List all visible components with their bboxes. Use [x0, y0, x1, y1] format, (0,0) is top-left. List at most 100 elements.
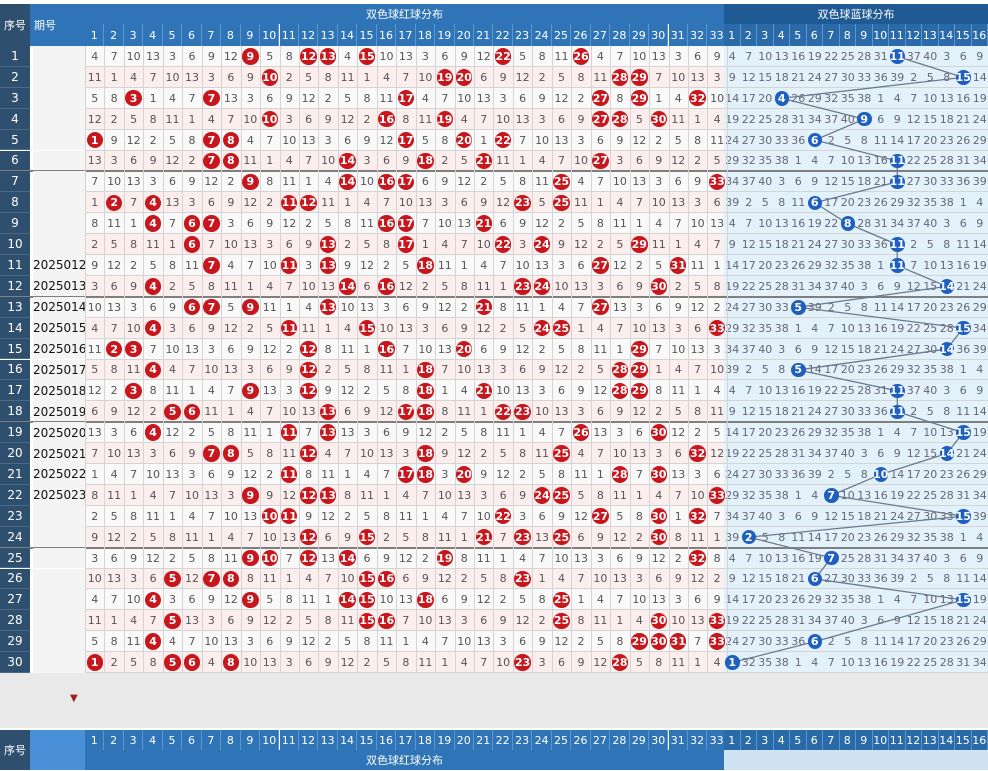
blue-miss-count: 18 [774, 238, 789, 252]
blue-miss-count: 6 [959, 384, 967, 398]
blue-miss-count: 22 [906, 321, 921, 335]
footer-red-number: 21 [474, 730, 494, 750]
red-miss-count: 7 [558, 154, 566, 168]
red-miss-count: 11 [379, 91, 394, 105]
red-miss-count: 10 [301, 279, 316, 293]
red-col-number: 16 [376, 24, 397, 46]
blue-miss-count: 31 [791, 447, 806, 461]
red-miss-count: 9 [130, 551, 138, 565]
red-miss-count: 13 [690, 614, 705, 628]
blue-ball-hit: 11 [889, 237, 905, 252]
red-miss-count: 3 [577, 405, 585, 419]
blue-miss-count: 2 [745, 196, 753, 210]
red-miss-count: 7 [207, 509, 215, 523]
blue-miss-count: 28 [857, 551, 872, 565]
blue-ball-hit: 1 [725, 655, 740, 670]
red-miss-count: 9 [616, 405, 624, 419]
blue-miss-count: 40 [758, 342, 773, 356]
red-ball-hit: 3 [125, 382, 142, 400]
red-col-number: 2 [104, 24, 124, 46]
blue-miss-count: 36 [873, 238, 888, 252]
red-miss-count: 2 [110, 656, 118, 670]
blue-miss-count: 7 [910, 258, 918, 272]
blue-miss-count: 26 [873, 363, 888, 377]
blue-miss-count: 8 [778, 363, 786, 377]
blue-miss-count: 10 [758, 217, 773, 231]
red-miss-count: 6 [558, 112, 566, 126]
red-miss-count: 6 [382, 426, 390, 440]
blue-miss-count: 38 [857, 91, 872, 105]
blue-miss-count: 3 [778, 509, 786, 523]
red-miss-count: 8 [110, 363, 118, 377]
red-miss-count: 5 [363, 238, 371, 252]
red-miss-count: 4 [460, 384, 468, 398]
blue-miss-count: 26 [956, 635, 971, 649]
red-miss-count: 11 [340, 614, 355, 628]
row-seq: 4 [0, 108, 30, 130]
red-miss-count: 9 [207, 321, 215, 335]
red-miss-count: 5 [91, 363, 99, 377]
red-miss-count: 13 [398, 49, 413, 63]
footer-red-number: 23 [512, 730, 533, 750]
red-miss-count: 3 [460, 614, 468, 628]
red-ball-hit: 25 [553, 528, 570, 546]
red-miss-count: 5 [577, 488, 585, 502]
red-miss-count: 3 [674, 321, 682, 335]
red-miss-count: 6 [616, 551, 624, 565]
blue-miss-count: 31 [873, 384, 888, 398]
red-col-number: 9 [240, 24, 261, 46]
red-miss-count: 3 [363, 154, 371, 168]
red-miss-count: 9 [635, 279, 643, 293]
blue-miss-count: 11 [956, 238, 971, 252]
blue-miss-count: 17 [906, 467, 921, 481]
red-miss-count: 4 [713, 656, 721, 670]
blue-miss-count: 3 [943, 49, 951, 63]
red-col-gridline [396, 46, 398, 673]
row-issue [33, 87, 85, 109]
blue-col-number: 9 [856, 24, 873, 46]
blue-miss-count: 14 [972, 572, 987, 586]
red-miss-count: 3 [285, 384, 293, 398]
red-miss-count: 1 [480, 133, 488, 147]
red-miss-count: 1 [460, 530, 468, 544]
red-miss-count: 10 [690, 488, 705, 502]
blue-miss-count: 37 [824, 447, 839, 461]
red-miss-count: 5 [227, 300, 235, 314]
red-miss-count: 11 [379, 363, 394, 377]
row-seq: 16 [0, 359, 30, 381]
red-ball-hit: 7 [203, 215, 220, 232]
red-miss-count: 8 [266, 175, 274, 189]
blue-miss-count: 30 [758, 635, 773, 649]
red-miss-count: 2 [519, 467, 527, 481]
blue-miss-count: 16 [956, 91, 971, 105]
red-ball-hit: 25 [553, 173, 570, 191]
red-miss-count: 5 [674, 133, 682, 147]
red-ball-hit: 19 [436, 69, 454, 86]
blue-miss-count: 37 [824, 279, 839, 293]
red-miss-count: 10 [690, 217, 705, 231]
red-miss-count: 10 [262, 530, 277, 544]
blue-miss-count: 24 [890, 342, 905, 356]
red-miss-count: 6 [169, 175, 177, 189]
red-miss-count: 4 [460, 112, 468, 126]
red-miss-count: 1 [519, 154, 527, 168]
red-col-number: 4 [143, 24, 163, 46]
red-ball-hit: 20 [456, 131, 473, 149]
red-miss-count: 5 [130, 656, 138, 670]
red-miss-count: 12 [107, 258, 122, 272]
red-miss-count: 11 [301, 593, 316, 607]
blue-miss-count: 1 [959, 363, 967, 377]
blue-miss-count: 32 [906, 530, 921, 544]
red-miss-count: 6 [227, 614, 235, 628]
red-miss-count: 11 [398, 509, 413, 523]
red-miss-count: 13 [671, 467, 686, 481]
blue-miss-count: 27 [906, 175, 921, 189]
blue-miss-count: 30 [923, 509, 938, 523]
blue-miss-count: 35 [840, 91, 855, 105]
blue-miss-count: 39 [807, 467, 822, 481]
red-miss-count: 11 [282, 175, 297, 189]
blue-miss-count: 32 [824, 258, 839, 272]
red-miss-count: 10 [476, 238, 491, 252]
red-ball-hit: 25 [553, 487, 570, 504]
scroll-arrow[interactable]: ▼ [70, 693, 78, 704]
